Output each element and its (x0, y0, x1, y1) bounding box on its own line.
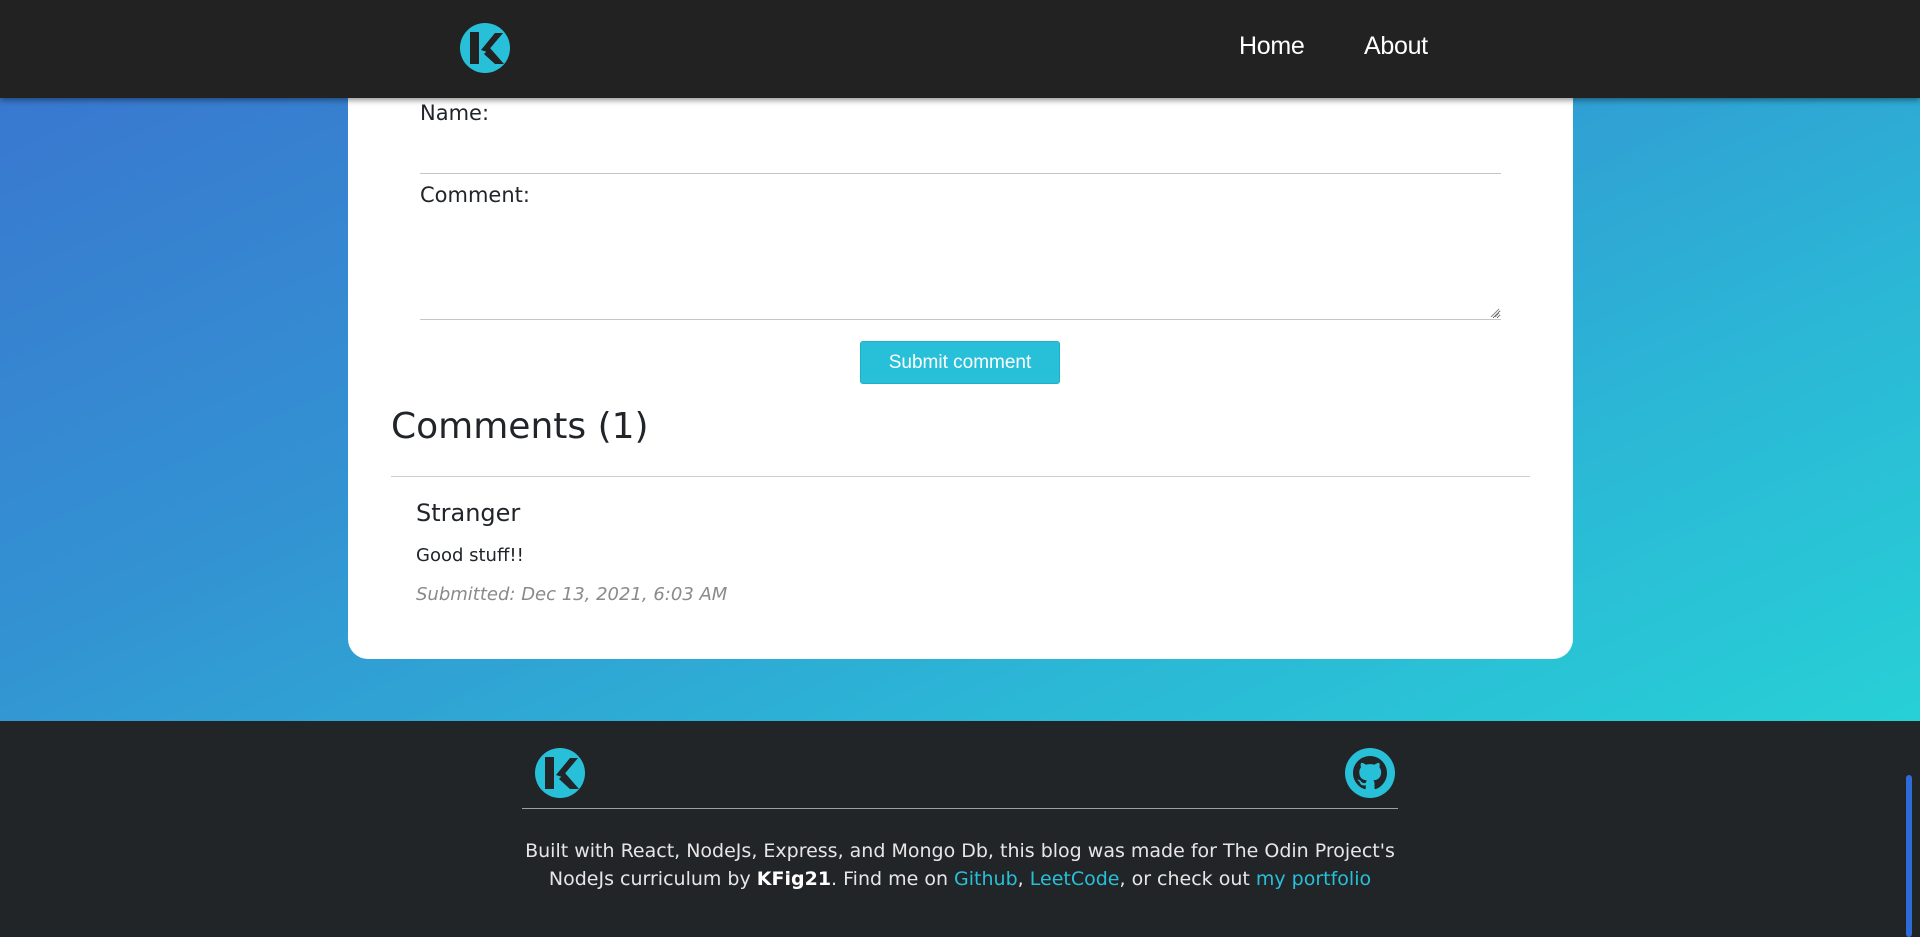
post-card: Name: Comment: Submit comment Comments (… (348, 40, 1573, 659)
top-navbar: Home About (0, 0, 1920, 98)
comments-heading: Comments (1) (391, 406, 649, 447)
comment-timestamp: Submitted: Dec 13, 2021, 6:03 AM (416, 584, 728, 605)
footer-leetcode-link[interactable]: LeetCode (1030, 868, 1120, 890)
footer-author-name: KFig21 (756, 868, 832, 890)
site-logo-icon[interactable] (459, 22, 511, 74)
nav-about-link[interactable]: About (1364, 32, 1428, 61)
footer-divider (522, 808, 1398, 809)
nav-home-link[interactable]: Home (1239, 32, 1305, 61)
footer-text-part: . Find me on (831, 868, 955, 890)
comments-divider (391, 476, 1530, 477)
footer-text-part: , or check out (1119, 868, 1256, 890)
comment-label: Comment: (420, 183, 530, 207)
page-scrollbar[interactable] (1906, 775, 1912, 937)
comment-body: Good stuff!! (416, 545, 524, 566)
name-input[interactable] (420, 138, 1501, 174)
footer-text-part: , (1017, 868, 1030, 890)
site-footer: Built with React, NodeJs, Express, and M… (0, 721, 1920, 937)
footer-github-link[interactable]: Github (954, 868, 1018, 890)
name-label: Name: (420, 101, 490, 125)
comment-author: Stranger (416, 499, 521, 527)
footer-logo-icon[interactable] (534, 747, 586, 799)
submit-comment-button[interactable]: Submit comment (860, 341, 1060, 384)
resize-handle-icon[interactable] (1488, 306, 1500, 318)
footer-description: Built with React, NodeJs, Express, and M… (500, 837, 1420, 893)
comment-textarea[interactable] (420, 220, 1501, 320)
footer-portfolio-link[interactable]: my portfolio (1256, 868, 1371, 890)
github-icon[interactable] (1344, 747, 1396, 799)
